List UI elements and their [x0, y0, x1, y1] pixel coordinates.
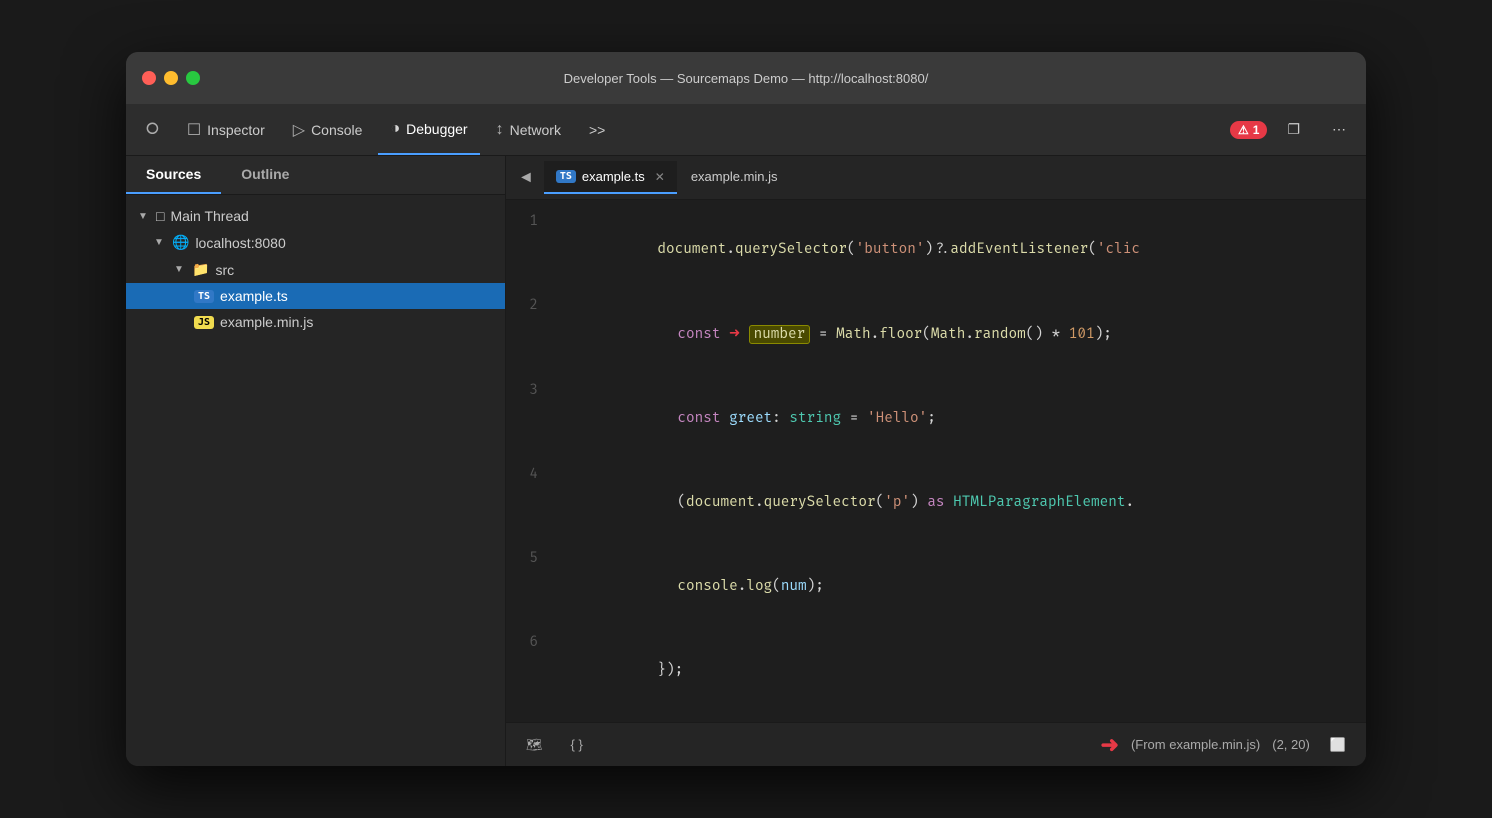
file-tree: ▼ □ Main Thread ▼ 🌐 localhost:8080 ▼ 📁 s… [126, 195, 505, 766]
tree-file-example-minjs[interactable]: JS example.min.js [126, 309, 505, 335]
line-number-5: 5 [506, 545, 554, 573]
code-line-3: 3 const greet: string = 'Hello'; [506, 377, 1366, 461]
caret-icon: ▼ [174, 264, 186, 275]
collapse-button[interactable]: ◄ [510, 163, 542, 193]
example-minjs-label: example.min.js [220, 314, 313, 330]
toolbar-right: ⚠ 1 ❐ ⋯ [1230, 104, 1358, 155]
traffic-lights [142, 71, 200, 85]
line-content-5: console.log(num); [554, 545, 1366, 629]
globe-icon: 🌐 [172, 234, 189, 251]
error-count: 1 [1253, 123, 1260, 137]
minimize-button[interactable] [164, 71, 178, 85]
folder-icon: □ [156, 208, 164, 224]
line-content-1: document.querySelector('button')?.addEve… [554, 208, 1366, 292]
console-icon: ▷ [293, 120, 305, 140]
line-number-2: 2 [506, 292, 554, 320]
debugger-icon: ◑ [390, 120, 400, 138]
resize-button[interactable]: ❐ [1275, 121, 1312, 138]
close-button[interactable] [142, 71, 156, 85]
resize-icon: ❐ [1287, 121, 1300, 138]
js-badge: JS [194, 316, 214, 329]
inspector-label: Inspector [207, 122, 265, 138]
cursor-icon: ⭘ [146, 121, 159, 139]
error-icon: ⚠ [1238, 123, 1249, 137]
code-line-6: 6 }); [506, 629, 1366, 713]
footer-arrow-icon: ➜ [1101, 732, 1119, 758]
line-number-1: 1 [506, 208, 554, 236]
src-label: src [215, 262, 234, 278]
code-editor: ◄ TS example.ts ✕ example.min.js 1 docum… [506, 156, 1366, 766]
code-line-4: 4 (document.querySelector('p') as HTMLPa… [506, 461, 1366, 545]
tab-outline[interactable]: Outline [221, 156, 309, 194]
source-coords-label: (2, 20) [1272, 737, 1310, 752]
sidebar: Sources Outline ▼ □ Main Thread ▼ 🌐 loca… [126, 156, 506, 766]
tree-localhost[interactable]: ▼ 🌐 localhost:8080 [126, 229, 505, 256]
console-button[interactable]: ▷ Console [281, 104, 375, 155]
caret-icon: ▼ [154, 237, 166, 248]
more-tools-label: >> [589, 122, 605, 138]
debugger-button[interactable]: ◑ Debugger [378, 104, 479, 155]
line-content-2: const ➜ number = Math.floor(Math.random(… [554, 292, 1366, 377]
source-origin-label: (From example.min.js) [1131, 737, 1260, 752]
format-label: { } [571, 737, 583, 752]
editor-tabs: ◄ TS example.ts ✕ example.min.js [506, 156, 1366, 200]
tree-src[interactable]: ▼ 📁 src [126, 256, 505, 283]
code-area[interactable]: 1 document.querySelector('button')?.addE… [506, 200, 1366, 722]
editor-tab-example-ts[interactable]: TS example.ts ✕ [544, 161, 677, 194]
outline-tab-label: Outline [241, 166, 289, 182]
code-line-5: 5 console.log(num); [506, 545, 1366, 629]
overflow-icon: ⋯ [1332, 121, 1346, 138]
cursor-tool-button[interactable]: ⭘ [134, 104, 171, 155]
line-content-3: const greet: string = 'Hello'; [554, 377, 1366, 461]
main-content: Sources Outline ▼ □ Main Thread ▼ 🌐 loca… [126, 156, 1366, 766]
titlebar: Developer Tools — Sourcemaps Demo — http… [126, 52, 1366, 104]
folder-icon: 📁 [192, 261, 209, 278]
toolbar: ⭘ ☐ Inspector ▷ Console ◑ Debugger ↕ Net… [126, 104, 1366, 156]
overflow-button[interactable]: ⋯ [1320, 121, 1358, 138]
line-number-6: 6 [506, 629, 554, 657]
code-line-2: 2 const ➜ number = Math.floor(Math.rando… [506, 292, 1366, 377]
error-badge[interactable]: ⚠ 1 [1230, 121, 1267, 139]
format-button[interactable]: { } [563, 733, 591, 756]
line-number-3: 3 [506, 377, 554, 405]
tab1-label: example.ts [582, 169, 645, 184]
devtools-window: Developer Tools — Sourcemaps Demo — http… [126, 52, 1366, 766]
localhost-label: localhost:8080 [195, 235, 285, 251]
main-thread-label: Main Thread [170, 208, 248, 224]
tree-main-thread[interactable]: ▼ □ Main Thread [126, 203, 505, 229]
tab-close-button[interactable]: ✕ [655, 170, 665, 184]
tree-file-example-ts[interactable]: TS example.ts [126, 283, 505, 309]
sidebar-tabs: Sources Outline [126, 156, 505, 195]
example-ts-label: example.ts [220, 288, 288, 304]
sources-tab-label: Sources [146, 166, 201, 182]
code-line-1: 1 document.querySelector('button')?.addE… [506, 208, 1366, 292]
console-label: Console [311, 122, 362, 138]
more-tools-button[interactable]: >> [577, 104, 617, 155]
maximize-button[interactable] [186, 71, 200, 85]
network-button[interactable]: ↕ Network [484, 104, 573, 155]
network-icon: ↕ [496, 121, 504, 139]
network-label: Network [510, 122, 561, 138]
debugger-label: Debugger [406, 121, 468, 137]
blackbox-icon: ⬜ [1330, 737, 1346, 752]
tab-sources[interactable]: Sources [126, 156, 221, 194]
ts-badge: TS [194, 290, 214, 303]
source-map-button[interactable]: 🗺 [518, 733, 551, 757]
line-number-4: 4 [506, 461, 554, 489]
tab2-label: example.min.js [691, 169, 778, 184]
editor-footer: 🗺 { } ➜ (From example.min.js) (2, 20) ⬜ [506, 722, 1366, 766]
inspector-icon: ☐ [187, 120, 201, 140]
source-map-icon: 🗺 [526, 737, 543, 752]
ts-badge-tab: TS [556, 170, 576, 183]
caret-icon: ▼ [138, 211, 150, 222]
editor-tab-example-minjs[interactable]: example.min.js [679, 161, 790, 194]
line-content-4: (document.querySelector('p') as HTMLPara… [554, 461, 1366, 545]
inspector-button[interactable]: ☐ Inspector [175, 104, 277, 155]
blackbox-button[interactable]: ⬜ [1322, 733, 1354, 757]
line-content-6: }); [554, 629, 1366, 713]
window-title: Developer Tools — Sourcemaps Demo — http… [564, 71, 929, 86]
